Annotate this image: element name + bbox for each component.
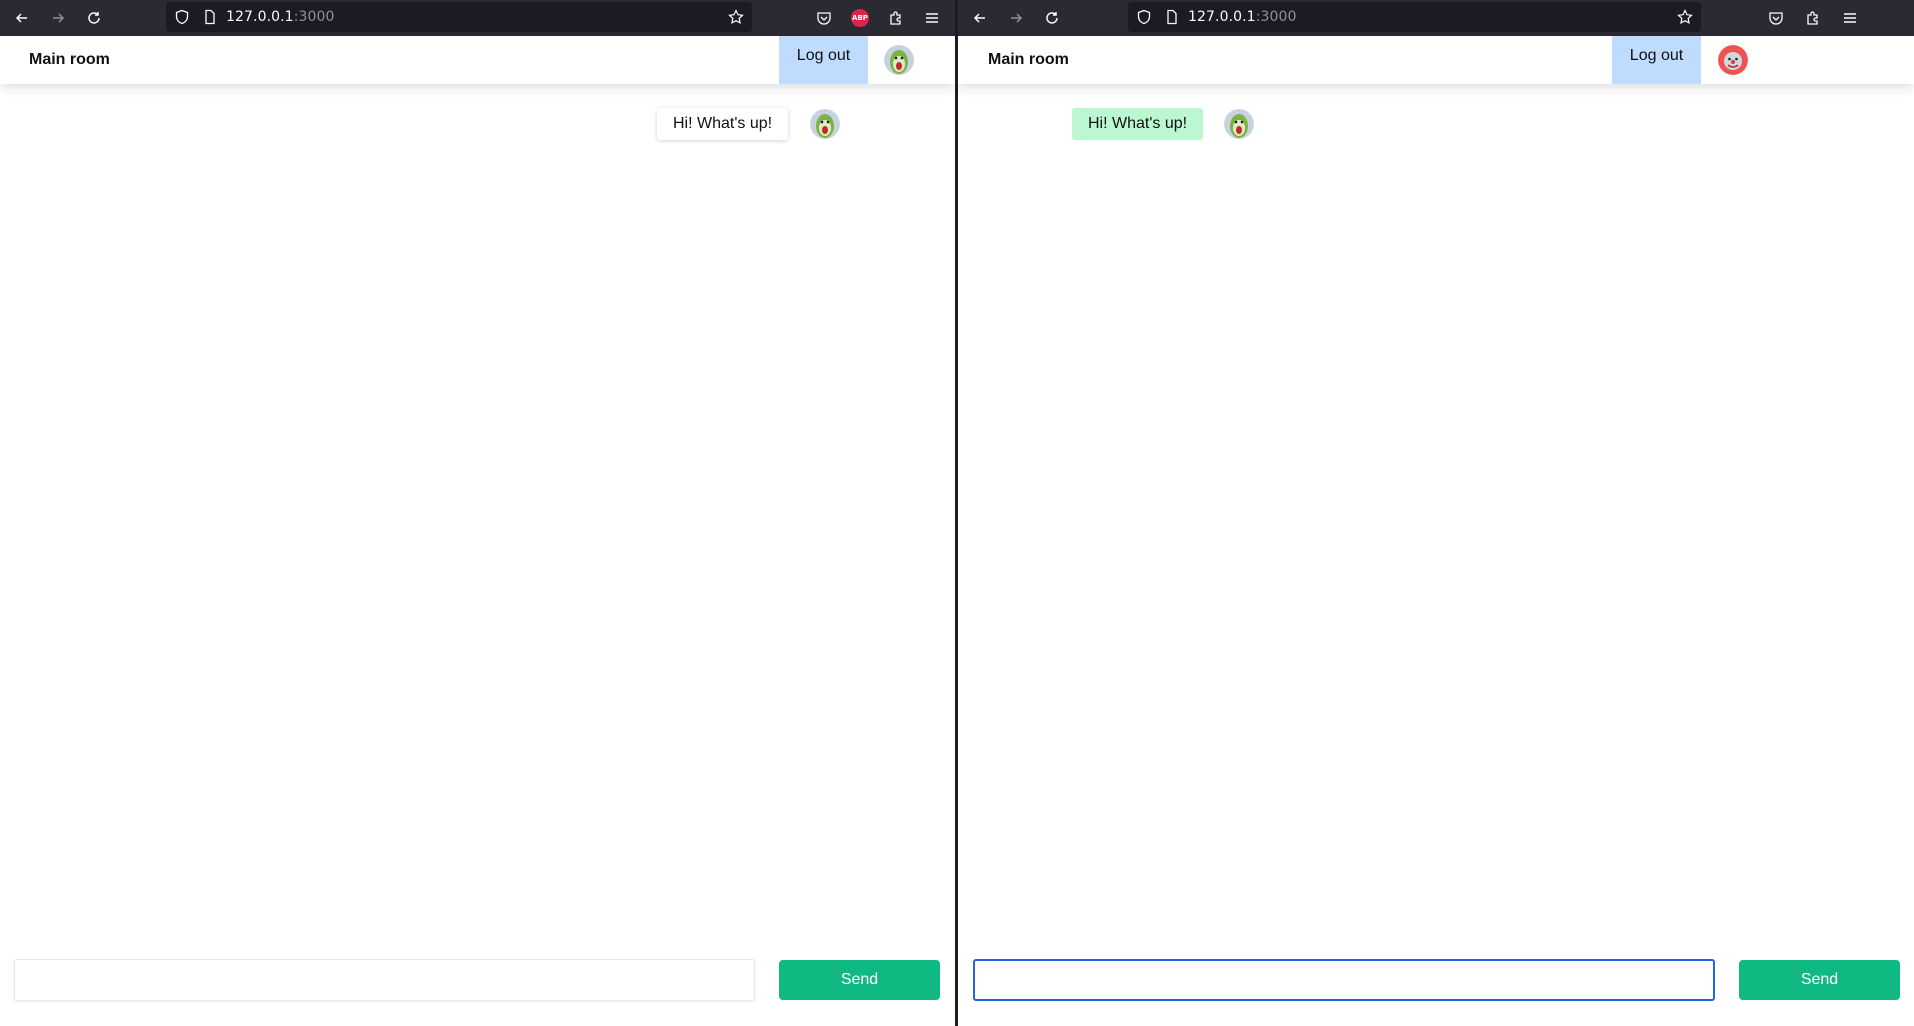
room-title: Main room: [29, 51, 110, 68]
url-text: 127.0.0.1:3000: [1188, 9, 1297, 25]
forward-arrow-icon[interactable]: [44, 4, 72, 32]
url-bar[interactable]: 127.0.0.1:3000: [166, 2, 752, 32]
reload-icon[interactable]: [80, 4, 108, 32]
puzzle-icon[interactable]: [1801, 6, 1825, 30]
avocado-avatar-icon: [810, 109, 840, 139]
pocket-icon[interactable]: [812, 6, 836, 30]
shield-icon[interactable]: [1136, 9, 1152, 25]
puzzle-icon[interactable]: [884, 6, 908, 30]
back-arrow-icon[interactable]: [8, 4, 36, 32]
hamburger-menu-icon[interactable]: [920, 6, 944, 30]
send-button[interactable]: Send: [779, 960, 940, 1000]
right-browser-window: 127.0.0.1:3000 Main room Log out Hi! Wha…: [958, 0, 1914, 1026]
chat-message: Hi! What's up!: [657, 108, 789, 140]
url-text: 127.0.0.1:3000: [226, 9, 335, 25]
avocado-avatar-icon: [884, 45, 914, 75]
left-browser-window: 127.0.0.1:3000 ABP Main room Log out Hi!…: [0, 0, 955, 1026]
avocado-avatar-icon: [1224, 109, 1254, 139]
url-bar[interactable]: 127.0.0.1:3000: [1128, 2, 1701, 32]
back-arrow-icon[interactable]: [966, 4, 994, 32]
page-icon: [205, 9, 215, 25]
star-icon[interactable]: [1677, 9, 1693, 25]
browser-toolbar: 127.0.0.1:3000 ABP: [0, 0, 955, 36]
message-input[interactable]: [973, 959, 1715, 1001]
adblock-plus-icon[interactable]: ABP: [848, 6, 872, 30]
reload-icon[interactable]: [1038, 4, 1066, 32]
send-button[interactable]: Send: [1739, 960, 1900, 1000]
logout-button[interactable]: Log out: [1612, 36, 1701, 84]
hamburger-menu-icon[interactable]: [1838, 6, 1862, 30]
screen: 127.0.0.1:3000 ABP Main room Log out Hi!…: [0, 0, 1914, 1026]
star-icon[interactable]: [728, 9, 744, 25]
app-header: Main room Log out: [958, 36, 1914, 84]
clown-avatar-icon: [1718, 45, 1748, 75]
message-input[interactable]: [14, 959, 755, 1001]
logout-button[interactable]: Log out: [779, 36, 868, 84]
message-avatar: [1224, 109, 1254, 139]
shield-icon[interactable]: [174, 9, 190, 25]
avatar[interactable]: [884, 45, 914, 75]
avatar[interactable]: [1718, 45, 1748, 75]
page-icon: [1167, 9, 1177, 25]
chat-message-own: Hi! What's up!: [1072, 108, 1204, 140]
browser-toolbar: 127.0.0.1:3000: [958, 0, 1914, 36]
room-title: Main room: [988, 51, 1069, 68]
forward-arrow-icon[interactable]: [1002, 4, 1030, 32]
message-avatar: [810, 109, 840, 139]
app-header: Main room Log out: [0, 36, 955, 84]
pocket-icon[interactable]: [1764, 6, 1788, 30]
